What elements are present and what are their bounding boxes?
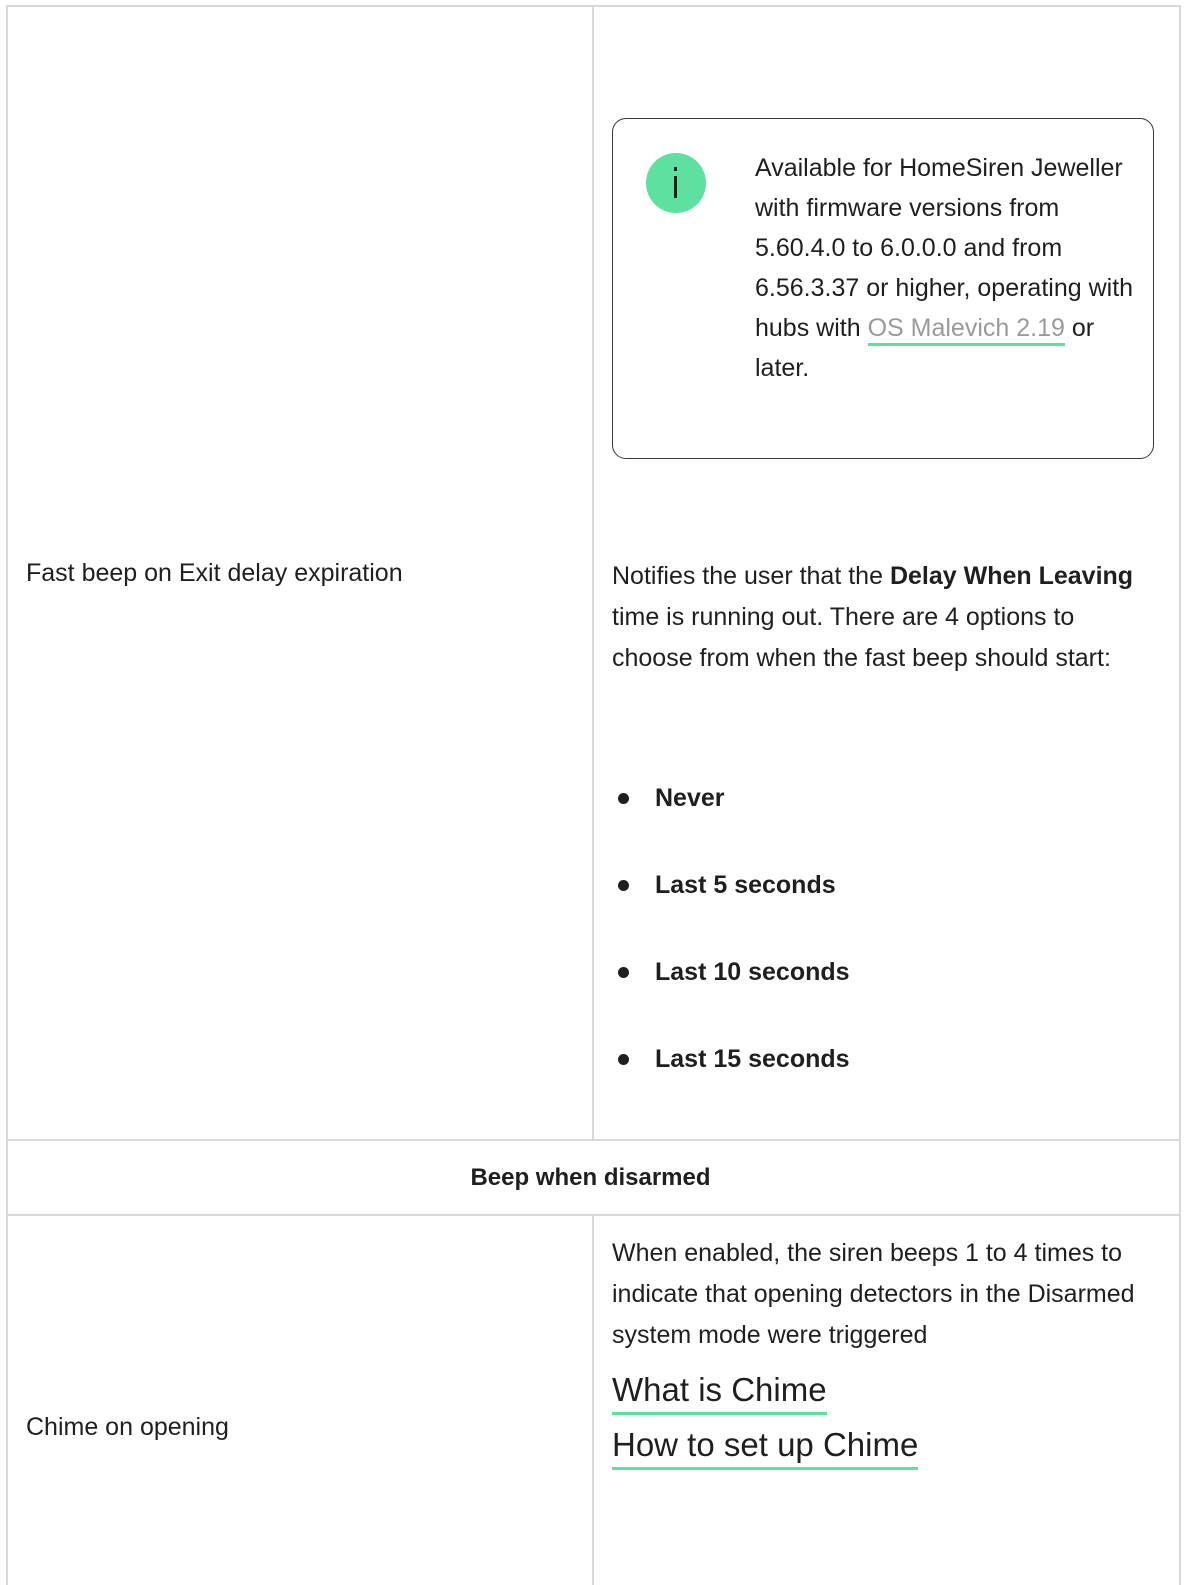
fast-beep-description: Notifies the user that the Delay When Le… [612, 556, 1157, 679]
bullet-icon [618, 880, 629, 891]
bullet-icon [618, 793, 629, 804]
list-item: Last 5 seconds [618, 867, 850, 954]
chime-description: When enabled, the siren beeps 1 to 4 tim… [612, 1239, 1135, 1349]
section-title: Beep when disarmed [470, 1164, 711, 1191]
row-divider-1 [6, 1139, 1181, 1141]
info-note-text: Available for HomeSiren Jeweller with fi… [755, 148, 1135, 388]
column-divider-upper [592, 5, 594, 1140]
fast-beep-desc-part2: time is running out. There are 4 options… [612, 603, 1111, 672]
info-note: Available for HomeSiren Jeweller with fi… [612, 118, 1154, 459]
list-item: Never [618, 780, 850, 867]
fast-beep-desc-bold: Delay When Leaving [889, 562, 1134, 590]
table-border-left [6, 5, 8, 1585]
fast-beep-label: Fast beep on Exit delay expiration [26, 559, 403, 587]
info-icon [646, 153, 706, 213]
bullet-icon [618, 967, 629, 978]
chime-label: Chime on opening [26, 1413, 229, 1441]
list-item: Last 15 seconds [618, 1041, 850, 1128]
column-divider-lower [592, 1214, 594, 1585]
fast-beep-options-list: Never Last 5 seconds Last 10 seconds Las… [618, 780, 850, 1128]
what-is-chime-link[interactable]: What is Chime [612, 1369, 827, 1415]
option-label: Last 5 seconds [655, 871, 836, 899]
bullet-icon [618, 1054, 629, 1065]
option-label: Last 15 seconds [655, 1045, 850, 1073]
option-label: Last 10 seconds [655, 958, 850, 986]
list-item: Last 10 seconds [618, 954, 850, 1041]
option-label: Never [655, 784, 725, 812]
fast-beep-desc-part1: Notifies the user that the [612, 562, 890, 590]
os-malevich-link[interactable]: OS Malevich 2.19 [867, 314, 1065, 346]
how-to-set-up-chime-link[interactable]: How to set up Chime [612, 1424, 919, 1470]
table-border-right [1179, 5, 1181, 1585]
